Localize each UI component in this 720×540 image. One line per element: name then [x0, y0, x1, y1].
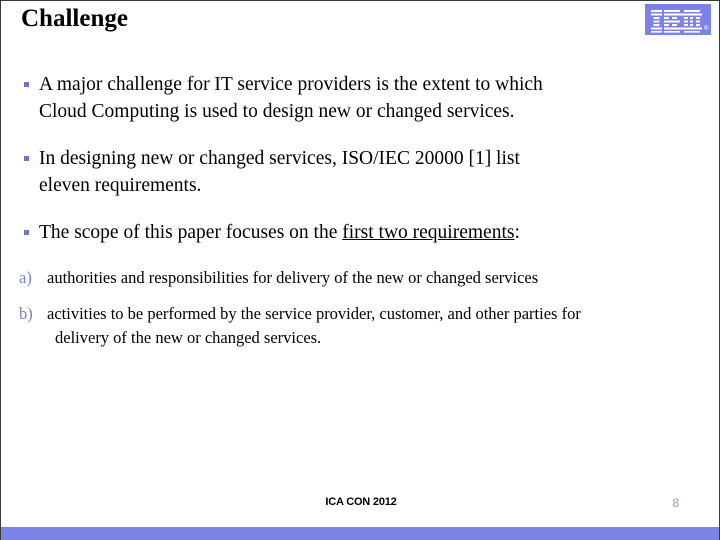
registered-trademark-icon: ® — [704, 26, 709, 32]
bullet-text-underlined: first two requirements — [342, 222, 515, 243]
sub-item-list: a) authorities and responsibilities for … — [1, 266, 719, 350]
bullet-text-cont: eleven requirements. — [39, 175, 202, 196]
ibm-logo: ® — [645, 4, 711, 35]
bullet-square-icon — [24, 156, 29, 161]
bullet-text-prefix: The scope of this paper focuses on the — [39, 222, 343, 243]
sub-item: a) authorities and responsibilities for … — [1, 266, 719, 290]
footer-accent-bar — [1, 527, 719, 540]
bullet-item: The scope of this paper focuses on the f… — [1, 219, 719, 246]
footer-conference-label: ICA CON 2012 — [325, 496, 397, 508]
slide-canvas: Challenge ® A major challenge for IT ser… — [0, 0, 720, 540]
sub-item-text: activities to be performed by the servic… — [47, 304, 581, 323]
page-number: 8 — [672, 496, 679, 510]
bullet-item: A major challenge for IT service provide… — [1, 71, 719, 125]
sub-item: b) activities to be performed by the ser… — [1, 302, 719, 350]
sub-item-text-cont: delivery of the new or changed services. — [55, 328, 322, 347]
bullet-text-cont: Cloud Computing is used to design new or… — [39, 101, 515, 122]
sub-item-marker: b) — [19, 304, 33, 323]
bullet-square-icon — [24, 82, 29, 87]
bullet-item: In designing new or changed services, IS… — [1, 145, 719, 199]
bullet-square-icon — [24, 230, 29, 235]
bullet-text: A major challenge for IT service provide… — [39, 74, 543, 95]
bullet-text-suffix: : — [514, 222, 520, 243]
sub-item-text: authorities and responsibilities for del… — [47, 268, 539, 287]
sub-item-marker: a) — [19, 268, 32, 287]
page-title: Challenge — [21, 5, 128, 32]
slide-body: A major challenge for IT service provide… — [1, 71, 719, 350]
bullet-text: In designing new or changed services, IS… — [39, 148, 520, 169]
